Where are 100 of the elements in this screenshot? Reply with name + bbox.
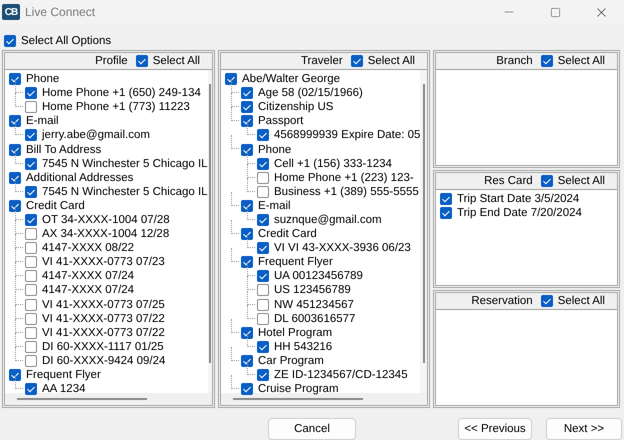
checkbox[interactable] — [241, 87, 253, 100]
checkbox[interactable] — [25, 340, 37, 353]
checkbox[interactable] — [540, 295, 553, 307]
next-button[interactable]: Next >> — [546, 418, 622, 440]
tree-item-label: Trip End Date 7/20/2024 — [457, 207, 582, 220]
checkbox[interactable] — [25, 383, 37, 396]
tree-item-label: OT 34-XXXX-1004 07/28 — [42, 214, 170, 226]
checkbox[interactable] — [25, 186, 37, 198]
checkbox[interactable] — [25, 101, 37, 114]
tree-item-label: DI 60-XXXX-1117 01/25 — [42, 340, 164, 353]
tree-item-label: ZE ID-1234567/CD-12345 — [274, 369, 408, 382]
tree-item-label: UA 00123456789 — [274, 270, 363, 282]
tree-item-label: Phone — [26, 73, 60, 86]
checkbox[interactable] — [241, 200, 253, 212]
checkbox[interactable] — [25, 129, 37, 142]
tree-item-label: Cell +1 (156) 333-1234 — [274, 158, 392, 170]
tree-item-label: Frequent Flyer — [258, 256, 333, 268]
select-all-options-label: Select All Options — [21, 35, 112, 47]
tree-item-label: E-mail — [258, 200, 291, 212]
checkbox[interactable] — [25, 158, 37, 170]
tree-item-label: 4147-XXXX 08/22 — [42, 242, 134, 254]
checkbox[interactable] — [257, 214, 269, 226]
checkbox[interactable] — [9, 172, 21, 184]
horizontal-scrollbar[interactable] — [221, 393, 427, 405]
checkbox[interactable] — [241, 228, 253, 240]
checkbox[interactable] — [540, 55, 553, 67]
panel-title: Res Card — [484, 175, 533, 187]
checkbox[interactable] — [257, 340, 269, 353]
tree-item-label: VI 41-XXXX-0773 07/22 — [42, 326, 165, 339]
tree-item-label: DL 6003616577 — [274, 312, 356, 325]
checkbox[interactable] — [257, 312, 269, 325]
checkbox[interactable] — [241, 326, 253, 339]
checkbox[interactable] — [257, 369, 269, 382]
checkbox[interactable] — [241, 383, 253, 396]
tree-item-label: US 123456789 — [274, 284, 351, 296]
window-title: Live Connect — [25, 5, 96, 19]
checkbox[interactable] — [25, 87, 37, 100]
panel-title: Traveler — [300, 55, 343, 67]
panel-title: Reservation — [471, 295, 533, 307]
checkbox[interactable] — [241, 144, 253, 156]
tree-item-label: Citizenship US — [258, 101, 334, 114]
horizontal-scrollbar[interactable] — [5, 393, 212, 405]
checkbox[interactable] — [257, 186, 269, 198]
tree-item-label: Home Phone +1 (650) 249-134 — [42, 87, 201, 100]
checkbox[interactable] — [440, 207, 452, 220]
checkbox[interactable] — [257, 172, 269, 184]
checkbox[interactable] — [25, 270, 37, 282]
checkbox[interactable] — [350, 55, 363, 67]
checkbox[interactable] — [9, 144, 21, 156]
checkbox[interactable] — [25, 284, 37, 296]
checkbox[interactable] — [25, 214, 37, 226]
tree-item-label: Abe/Walter George — [242, 73, 340, 86]
checkbox[interactable] — [257, 129, 269, 142]
checkbox[interactable] — [136, 55, 148, 67]
tree-item-label: Cruise Program — [258, 383, 339, 396]
tree-item-label: Hotel Program — [258, 326, 332, 339]
checkbox[interactable] — [225, 73, 237, 86]
checkbox[interactable] — [257, 158, 269, 170]
checkbox[interactable] — [25, 298, 37, 311]
checkbox[interactable] — [440, 193, 452, 206]
checkbox[interactable] — [25, 228, 37, 240]
checkbox[interactable] — [9, 73, 21, 86]
tree-item-label: Home Phone +1 (773) 11223 — [42, 101, 190, 114]
checkbox[interactable] — [257, 298, 269, 311]
tree-item-label: Frequent Flyer — [26, 369, 101, 382]
tree-item-label: 4147-XXXX 07/24 — [42, 270, 134, 282]
tree-item-label: Passport — [258, 115, 304, 128]
tree-item-label: suznque@gmail.com — [274, 214, 382, 226]
previous-button[interactable]: << Previous — [458, 418, 532, 440]
tree-item-label: VI 41-XXXX-0773 07/23 — [42, 256, 165, 268]
select-all-label: Select All — [368, 55, 415, 67]
tree-item-label: Car Program — [258, 354, 324, 367]
tree-item-label: AX 34-XXXX-1004 12/28 — [42, 228, 170, 240]
tree-item-label: Age 58 (02/15/1966) — [258, 87, 363, 100]
checkbox[interactable] — [25, 256, 37, 268]
checkbox[interactable] — [9, 200, 21, 212]
tree-item-label: Phone — [258, 144, 292, 156]
checkbox[interactable] — [25, 242, 37, 254]
checkbox[interactable] — [9, 115, 21, 128]
checkbox[interactable] — [241, 115, 253, 128]
checkbox[interactable] — [257, 284, 269, 296]
tree-item-label: Home Phone +1 (223) 123- — [274, 172, 414, 184]
checkbox[interactable] — [25, 312, 37, 325]
tree-item-label: VI 41-XXXX-0773 07/22 — [42, 312, 165, 325]
cancel-button[interactable]: Cancel — [268, 418, 356, 440]
checkbox[interactable] — [4, 35, 16, 47]
vertical-scrollbar[interactable] — [208, 70, 212, 393]
checkbox[interactable] — [241, 256, 253, 268]
checkbox[interactable] — [25, 354, 37, 367]
checkbox[interactable] — [540, 175, 553, 187]
checkbox[interactable] — [25, 326, 37, 339]
checkbox[interactable] — [241, 101, 253, 114]
checkbox[interactable] — [257, 242, 269, 254]
checkbox[interactable] — [241, 354, 253, 367]
tree-item-label: jerry.abe@gmail.com — [42, 129, 150, 142]
tree-item-label: Business +1 (389) 555-5555 — [274, 186, 419, 198]
vertical-scrollbar[interactable] — [420, 70, 427, 393]
checkbox[interactable] — [9, 369, 21, 382]
panel-title: Profile — [95, 55, 128, 67]
checkbox[interactable] — [257, 270, 269, 282]
